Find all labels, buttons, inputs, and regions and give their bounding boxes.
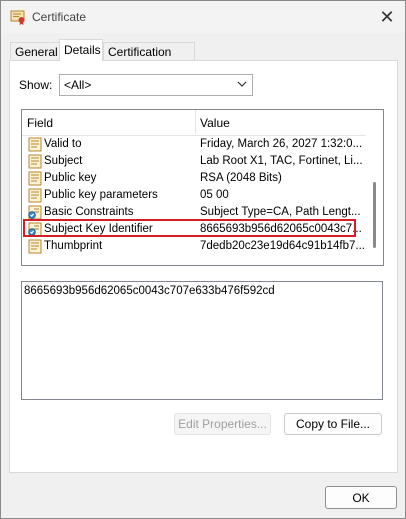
selected-row-highlight [23,219,356,237]
value-textbox[interactable]: 8665693b956d62065c0043c707e633b476f592cd [21,281,383,400]
field-name: Subject [44,155,83,167]
field-value: 05 00 [200,189,229,201]
column-header-field[interactable]: Field [27,116,53,130]
field-name: Public key [44,172,97,184]
tab-general[interactable]: General [10,42,60,60]
field-row[interactable]: Valid to Friday, March 26, 2027 1:32:0... [22,136,366,153]
certificate-field-icon [28,171,42,186]
field-list[interactable]: Field Value Valid to Friday, March 26, 20… [21,109,384,266]
field-value: Friday, March 26, 2027 1:32:0... [200,138,363,150]
title-bar[interactable]: Certificate ✕ [1,1,405,33]
certificate-field-icon [28,137,42,152]
column-divider[interactable] [195,110,196,134]
column-header-value[interactable]: Value [200,116,230,130]
certificate-app-icon [10,10,25,25]
field-row[interactable]: Public key parameters 05 00 [22,187,366,204]
field-value: 7dedb20c23e19d64c91b14fb7... [200,240,364,252]
field-list-header: Field Value [22,110,366,136]
close-button[interactable]: ✕ [377,7,397,27]
field-row[interactable]: Subject Lab Root X1, TAC, Fortinet, Li... [22,153,366,170]
field-name: Valid to [44,138,82,150]
field-row[interactable]: Public key RSA (2048 Bits) [22,170,366,187]
show-label: Show: [19,78,53,92]
close-icon: ✕ [379,7,395,27]
certificate-field-icon [28,188,42,203]
field-name: Public key parameters [44,189,158,201]
edit-properties-button[interactable]: Edit Properties... [174,413,271,435]
field-name: Basic Constraints [44,206,134,218]
field-row[interactable]: Thumbprint 7dedb20c23e19d64c91b14fb7... [22,238,366,255]
show-dropdown-value: <All> [64,78,92,92]
field-value: Lab Root X1, TAC, Fortinet, Li... [200,155,363,167]
certificate-extension-icon [28,205,42,220]
field-name: Thumbprint [44,240,103,252]
certificate-field-icon [28,154,42,169]
field-value: Subject Type=CA, Path Lengt... [200,206,361,218]
certificate-field-icon [28,239,42,254]
copy-to-file-button[interactable]: Copy to File... [284,413,382,435]
field-value: RSA (2048 Bits) [200,172,282,184]
chevron-down-icon [237,81,247,87]
tab-details[interactable]: Details [59,39,103,61]
scrollbar-thumb[interactable] [373,182,376,248]
window-title: Certificate [32,10,87,24]
value-text: 8665693b956d62065c0043c707e633b476f592cd [24,285,275,297]
certificate-window: Certificate ✕ General Details Certificat… [0,0,406,519]
ok-button[interactable]: OK [325,486,397,509]
vertical-scrollbar[interactable] [366,110,383,265]
show-dropdown[interactable]: <All> [59,74,253,96]
tab-certification-path[interactable]: Certification Path [103,42,195,77]
